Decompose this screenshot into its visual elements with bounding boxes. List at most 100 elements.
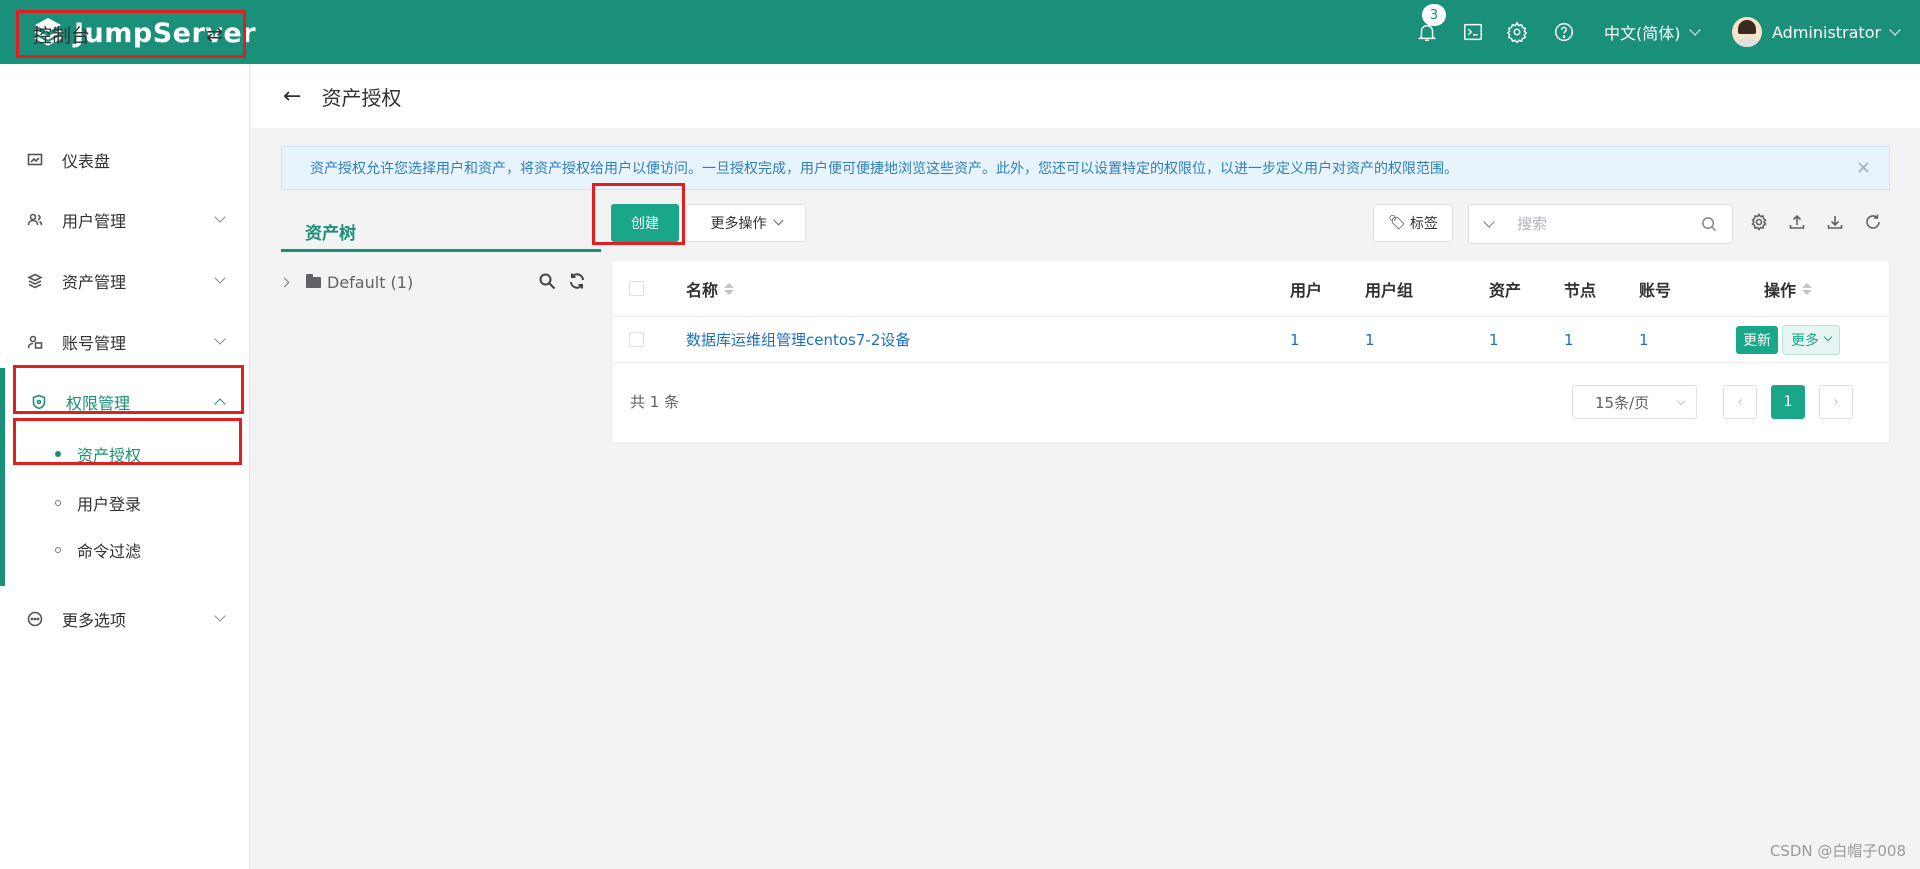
submenu-command-filter[interactable]: 命令过滤 [0,530,250,570]
permission-table: 名称 用户 用户组 资产 节点 账号 操作 数据库运维组管理centos7-2设… [611,260,1890,443]
back-arrow-icon[interactable]: ← [283,84,301,109]
tab-label: 资产树 [305,224,356,244]
sort-icon[interactable] [724,282,735,295]
highlight-asset-permission [13,418,242,465]
chevron-down-icon[interactable] [1483,215,1495,228]
row-more-label: 更多 [1791,332,1819,349]
chevron-down-icon [214,333,226,345]
tag-label: 标签 [1409,216,1438,232]
chevron-right-icon[interactable] [279,277,290,287]
console-label: 控制台 [33,24,91,47]
column-assets: 资产 [1489,280,1522,300]
row-actions: 更新 更多 [1736,317,1840,362]
search-icon[interactable] [538,272,556,290]
row-checkbox[interactable] [629,332,644,347]
chevron-down-icon [1823,332,1833,342]
notification-badge: 3 [1422,4,1446,26]
chevron-down-icon [1889,23,1901,36]
more-actions-button[interactable]: 更多操作 [686,204,806,242]
search-icon[interactable] [1701,216,1718,233]
download-icon[interactable] [1826,213,1844,231]
help-icon [1555,23,1573,41]
help-button[interactable] [1553,0,1575,64]
sidebar-item-users[interactable]: 用户管理 [0,198,250,242]
tag-filter-button[interactable]: 🏷 标签 [1373,204,1453,242]
console-switcher[interactable]: 控制台 ⇄ [16,10,246,58]
next-page-button[interactable]: › [1819,385,1853,419]
row-user-groups[interactable]: 1 [1365,317,1375,362]
row-users[interactable]: 1 [1290,317,1300,362]
column-users: 用户 [1290,280,1323,300]
chevron-down-icon [1688,23,1701,36]
page-number[interactable]: 1 [1771,385,1805,419]
page-title: 资产授权 [321,85,402,110]
page-size-select[interactable]: 15条/页 [1572,385,1697,419]
refresh-icon[interactable] [1864,213,1882,231]
sidebar-item-assets[interactable]: 资产管理 [0,259,250,303]
pagination: 共 1 条 15条/页 ‹ 1 › [612,363,1889,443]
row-assets[interactable]: 1 [1489,317,1499,362]
prev-page-button[interactable]: ‹ [1723,385,1757,419]
info-alert: 资产授权允许您选择用户和资产，将资产授权给用户以便访问。一旦授权完成，用户便可便… [281,146,1890,190]
user-menu[interactable]: Administrator [1732,0,1901,64]
account-icon [27,335,43,349]
gear-icon[interactable] [1750,213,1768,231]
tag-icon: 🏷 [1388,215,1406,231]
submenu-user-login[interactable]: 用户登录 [0,483,250,523]
user-name: Administrator [1772,22,1882,42]
row-accounts[interactable]: 1 [1639,317,1649,362]
sidebar-item-label: 用户管理 [62,212,127,231]
sidebar-item-more[interactable]: 更多选项 [0,597,250,641]
assets-icon [27,273,43,289]
column-label: 名称 [686,280,719,300]
page-size-label: 15条/页 [1595,393,1650,412]
top-header: JumpServer 3 中文(简体) Administrator [0,0,1920,64]
chevron-down-icon [214,211,226,223]
select-all-checkbox[interactable] [629,281,644,296]
web-terminal-button[interactable] [1462,0,1484,64]
search-input[interactable] [1517,215,1687,233]
chevron-down-icon [214,272,226,284]
upload-icon[interactable] [1788,213,1806,231]
total-count: 共 1 条 [630,393,680,411]
dashboard-icon [27,153,43,166]
close-icon[interactable]: × [1856,157,1871,178]
refresh-icon[interactable] [568,272,586,290]
sidebar-item-label: 更多选项 [62,611,127,630]
alert-text: 资产授权允许您选择用户和资产，将资产授权给用户以便访问。一旦授权完成，用户便可便… [310,161,1458,177]
more-actions-label: 更多操作 [710,216,767,232]
submenu-label: 用户登录 [77,495,142,514]
column-actions[interactable]: 操作 [1764,261,1813,316]
language-label: 中文(简体) [1604,24,1681,43]
column-user-groups: 用户组 [1365,280,1414,300]
row-nodes[interactable]: 1 [1564,317,1574,362]
sidebar-item-label: 仪表盘 [62,152,111,171]
highlight-create [592,183,685,245]
search-field[interactable] [1468,204,1733,244]
language-select[interactable]: 中文(简体) [1604,0,1701,64]
tree-node-label: Default (1) [327,272,414,292]
terminal-icon [1464,23,1482,41]
page-header: ← 资产授权 [251,64,1920,128]
column-name[interactable]: 名称 [686,261,735,316]
sidebar-item-accounts[interactable]: 账号管理 [0,320,250,364]
row-more-button[interactable]: 更多 [1782,324,1840,355]
settings-button[interactable] [1506,0,1528,64]
more-icon [27,611,43,627]
sort-icon[interactable] [1802,282,1813,295]
table-header: 名称 用户 用户组 资产 节点 账号 操作 [612,261,1889,317]
table-row: 数据库运维组管理centos7-2设备 1 1 1 1 1 更新 更多 [612,317,1889,363]
sidebar-item-label: 账号管理 [62,334,127,353]
row-name-link[interactable]: 数据库运维组管理centos7-2设备 [686,317,910,362]
sidebar-item-label: 资产管理 [62,273,127,292]
table-tools [1750,213,1882,231]
column-accounts: 账号 [1639,280,1672,300]
swap-icon[interactable]: ⇄ [206,22,223,46]
users-icon [27,213,43,226]
watermark: CSDN @白帽子008 [1769,842,1906,860]
column-label: 操作 [1764,280,1797,300]
sidebar-item-dashboard[interactable]: 仪表盘 [0,138,250,182]
tab-asset-tree[interactable]: 资产树 [281,212,601,252]
column-nodes: 节点 [1564,280,1597,300]
update-button[interactable]: 更新 [1736,325,1778,354]
